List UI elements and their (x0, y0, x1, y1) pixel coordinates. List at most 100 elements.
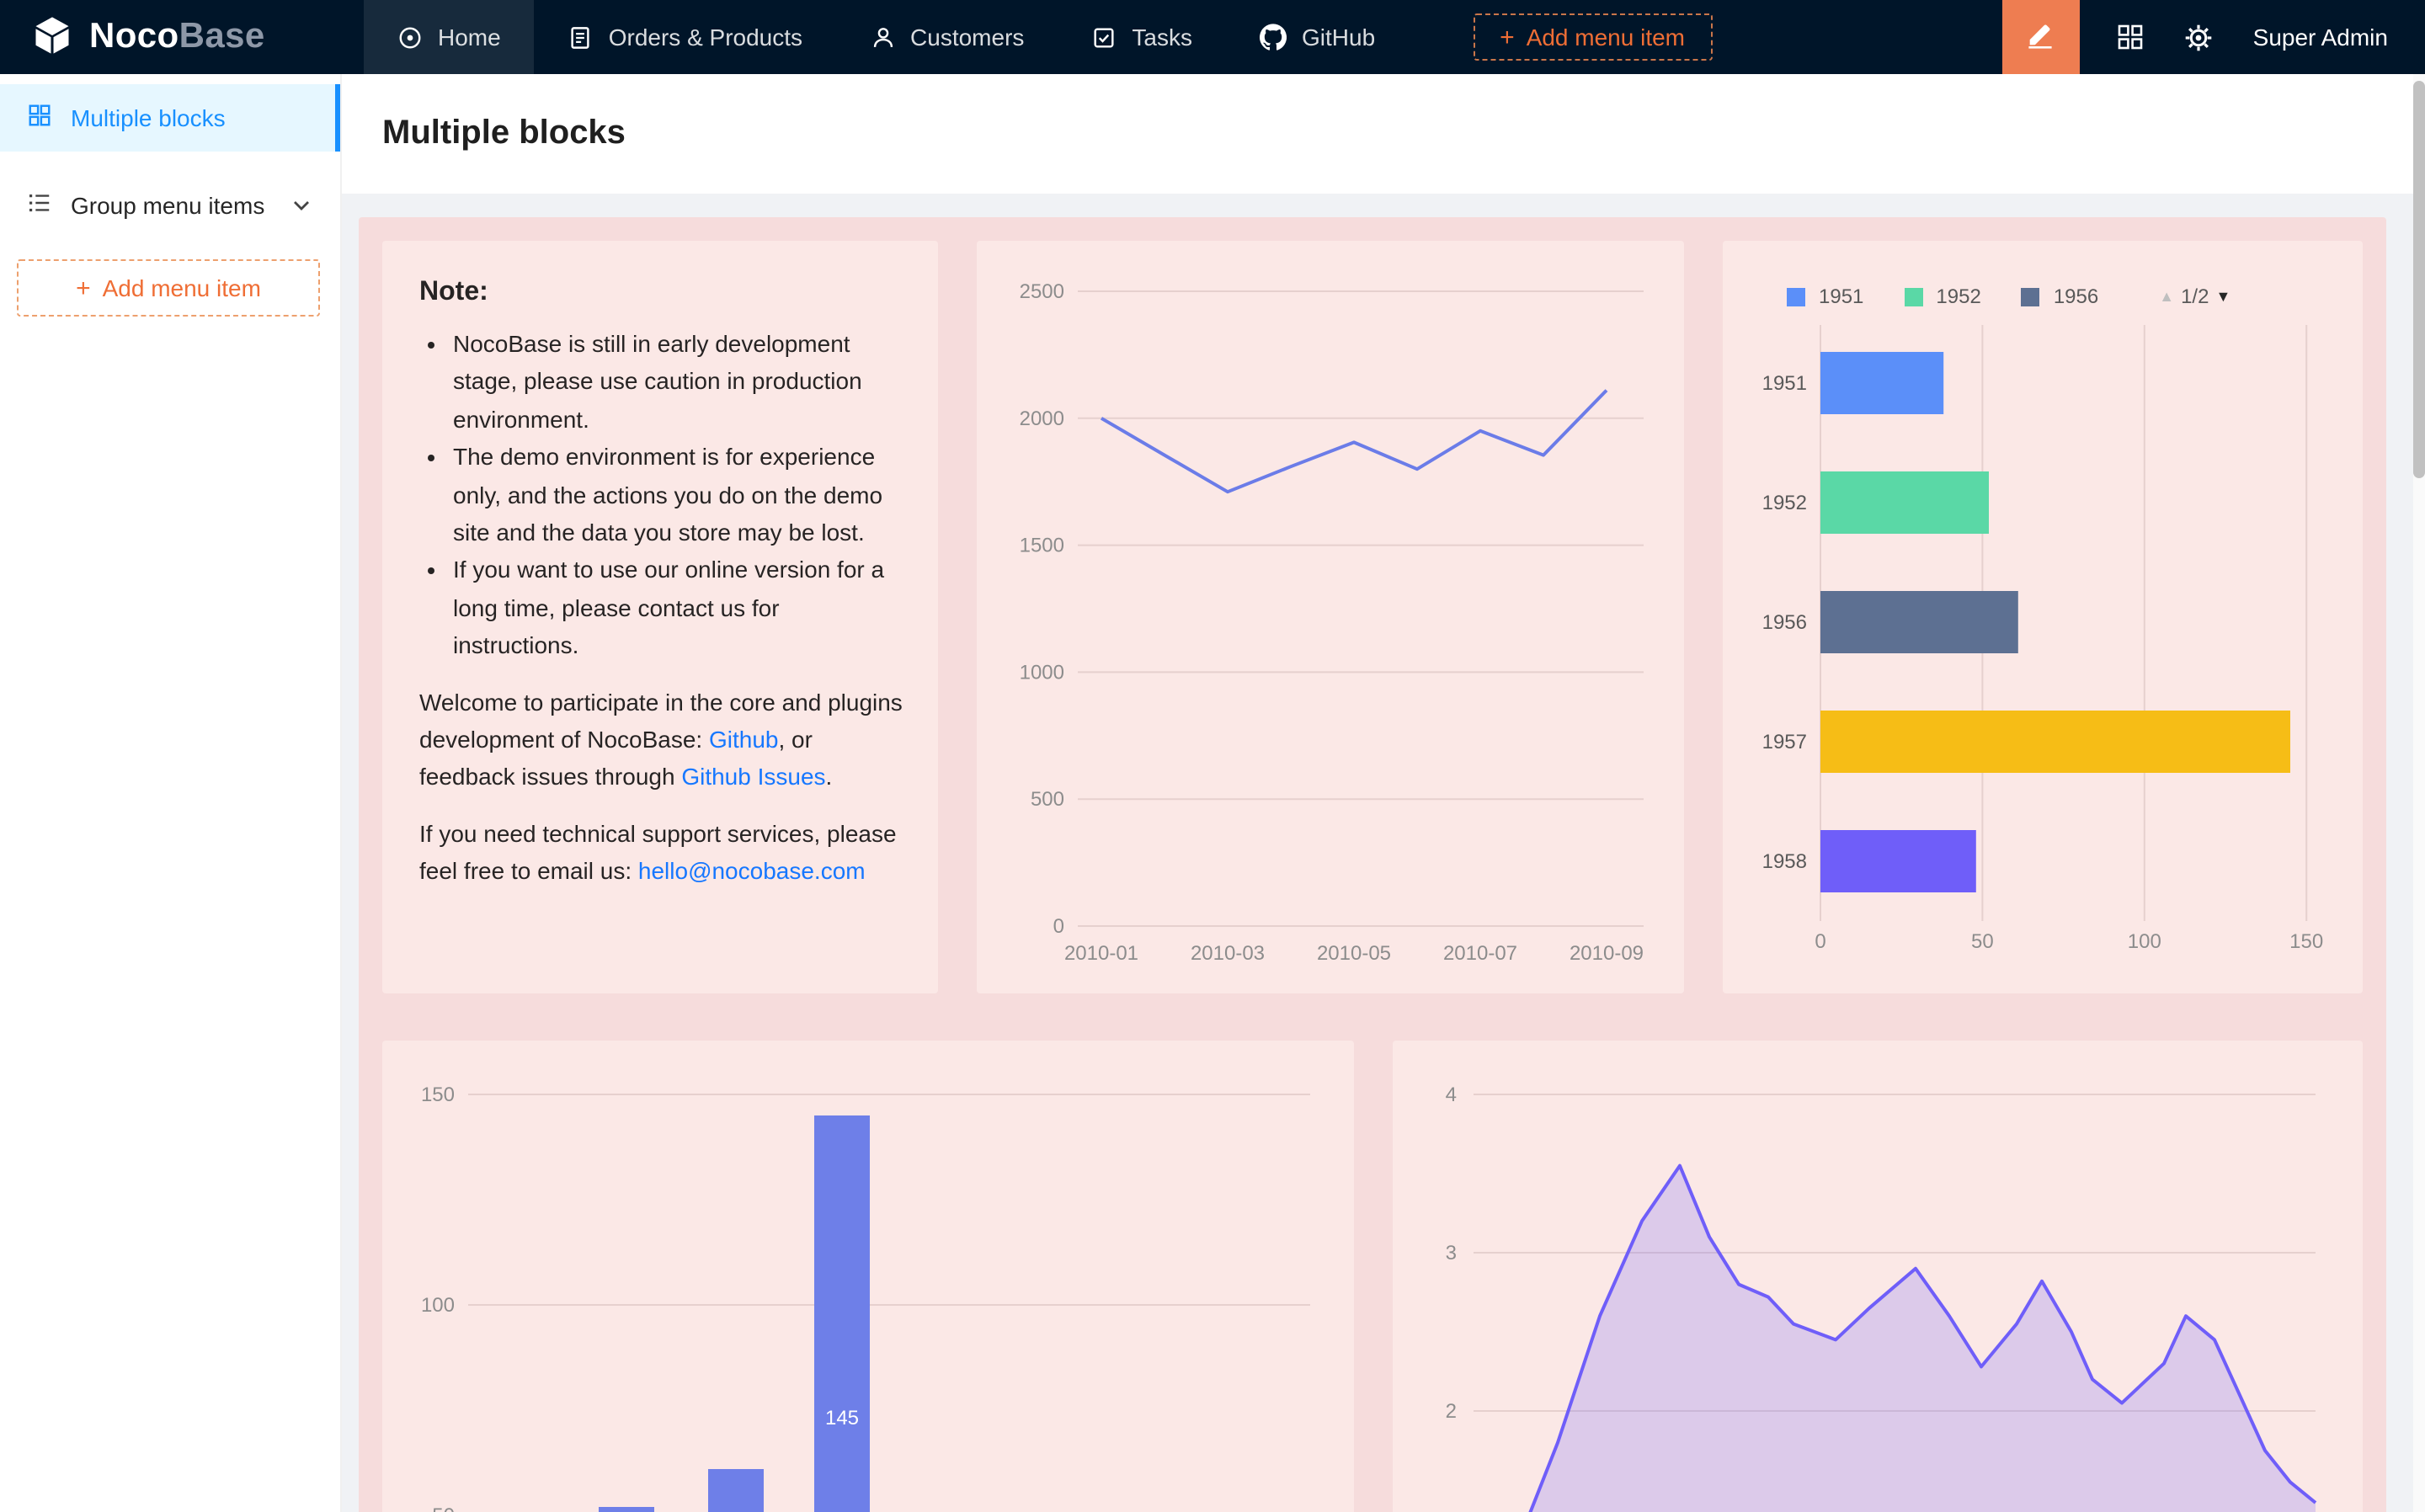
svg-text:50: 50 (432, 1504, 455, 1512)
blocks-row-1: Note: NocoBase is still in early develop… (382, 241, 2363, 993)
page-title: Multiple blocks (382, 114, 626, 153)
legend-label: 1956 (2054, 285, 2098, 308)
nocobase-logo[interactable]: NocoBase (0, 0, 364, 74)
nav-tab-label: Home (438, 24, 501, 51)
svg-text:1951: 1951 (1762, 372, 1807, 395)
svg-text:1000: 1000 (1020, 661, 1064, 684)
sidebar-item-group-menu-items[interactable]: Group menu items (0, 172, 340, 239)
svg-text:1957: 1957 (1762, 731, 1807, 753)
legend-item[interactable]: 1956 (2022, 285, 2098, 308)
svg-text:150: 150 (421, 1083, 455, 1106)
nav-tab-label: Customers (910, 24, 1024, 51)
sidebar-item-label: Multiple blocks (71, 104, 226, 131)
legend-swatch (1904, 287, 1922, 306)
nav-tab-label: GitHub (1302, 24, 1375, 51)
scrollbar-thumb[interactable] (2413, 81, 2425, 478)
plus-icon: + (1500, 24, 1515, 50)
user-menu[interactable]: Super Admin (2253, 24, 2388, 51)
plugins-grid-icon[interactable] (2117, 24, 2144, 51)
nav-tab-customers[interactable]: Customers (836, 0, 1058, 74)
bar-chart-block: 15010050145 (382, 1041, 1353, 1512)
svg-text:100: 100 (421, 1294, 455, 1317)
top-navbar: NocoBase Home Orders & Products Customer… (0, 0, 2425, 74)
note-title: Note: (419, 278, 904, 308)
nav-tab-label: Orders & Products (609, 24, 802, 51)
svg-text:1958: 1958 (1762, 850, 1807, 873)
legend-pager-down-icon[interactable]: ▼ (2215, 288, 2230, 305)
legend-item[interactable]: 1951 (1787, 285, 1863, 308)
email-link[interactable]: hello@nocobase.com (638, 857, 866, 884)
legend-label: 1952 (1936, 285, 1980, 308)
nocobase-cube-icon (30, 13, 74, 61)
area-chart-svg: 2 3 4 (1419, 1067, 2335, 1512)
legend-swatch (1787, 287, 1805, 306)
home-icon (397, 24, 423, 50)
horizontal-bar-chart-block: 195119521956 ▲ 1/2 ▼ 0501001501951195219… (1723, 241, 2363, 993)
nav-tab-github[interactable]: GitHub (1226, 0, 1409, 74)
plus-icon: + (76, 275, 91, 301)
note-bullet-list: NocoBase is still in early development s… (416, 325, 904, 664)
add-menu-item-label: Add menu item (1527, 24, 1685, 51)
svg-text:3: 3 (1445, 1242, 1456, 1264)
svg-text:500: 500 (1031, 788, 1064, 811)
github-issues-link[interactable]: Github Issues (681, 764, 825, 791)
list-icon (27, 190, 52, 221)
blocks-grid-icon (27, 103, 52, 133)
svg-text:2010-09: 2010-09 (1570, 942, 1644, 965)
nav-tab-tasks[interactable]: Tasks (1058, 0, 1226, 74)
line-chart: 050010001500200025002010-012010-032010-0… (1004, 268, 1657, 966)
github-link[interactable]: Github (709, 726, 779, 753)
blocks-container: Note: NocoBase is still in early develop… (359, 217, 2386, 1512)
nocobase-app: NocoBase Home Orders & Products Customer… (0, 0, 2425, 1512)
blocks-row-2: 15010050145 234 (382, 1041, 2363, 1512)
svg-text:0: 0 (1053, 915, 1064, 938)
svg-text:100: 100 (2128, 930, 2161, 953)
hbar-legend-items: 1951 1952 1956 (1787, 285, 2098, 308)
legend-label: 1951 (1819, 285, 1863, 308)
sidebar-item-multiple-blocks[interactable]: Multiple blocks (0, 84, 340, 152)
ui-editor-button[interactable] (2002, 0, 2080, 74)
note-bullet: The demo environment is for experience o… (453, 438, 904, 551)
svg-text:150: 150 (2289, 930, 2323, 953)
tasks-icon (1091, 24, 1117, 50)
svg-text:2010-01: 2010-01 (1064, 942, 1138, 965)
chevron-down-icon (293, 200, 310, 211)
sidebar-item-label: Group menu items (71, 192, 264, 219)
line-chart-svg: 050010001500200025002010-012010-032010-0… (1004, 268, 1657, 966)
svg-text:1500: 1500 (1020, 535, 1064, 557)
customers-icon (870, 24, 895, 50)
note-paragraph-support: If you need technical support services, … (419, 814, 904, 890)
github-icon (1260, 24, 1287, 51)
svg-text:2000: 2000 (1020, 407, 1064, 430)
legend-pager: ▲ 1/2 ▼ (2159, 285, 2230, 308)
scrollbar (2413, 74, 2425, 1512)
note-paragraph-community: Welcome to participate in the core and p… (419, 683, 904, 796)
svg-text:2: 2 (1445, 1400, 1456, 1423)
svg-text:2010-03: 2010-03 (1191, 942, 1265, 965)
note-bullet: If you want to use our online version fo… (453, 551, 904, 664)
legend-pager-text: 1/2 (2181, 285, 2209, 308)
bar-chart-svg: 15010050145 (409, 1067, 1325, 1512)
line-chart-block: 050010001500200025002010-012010-032010-0… (977, 241, 1684, 993)
area-chart: 2 3 4 (1419, 1067, 2336, 1512)
main-menu: Home Orders & Products Customers Tasks (364, 0, 1409, 74)
nav-tab-label: Tasks (1132, 24, 1192, 51)
highlighter-icon (2027, 20, 2055, 54)
settings-gear-icon[interactable] (2184, 23, 2213, 51)
nav-tab-orders-products[interactable]: Orders & Products (535, 0, 836, 74)
svg-text:50: 50 (1971, 930, 1994, 953)
legend-item[interactable]: 1952 (1904, 285, 1980, 308)
svg-text:4: 4 (1445, 1083, 1456, 1106)
sidebar-add-menu-item-button[interactable]: + Add menu item (17, 259, 320, 317)
svg-text:1956: 1956 (1762, 611, 1807, 634)
add-menu-item-label: Add menu item (103, 274, 261, 301)
note-block: Note: NocoBase is still in early develop… (382, 241, 938, 993)
horizontal-bar-chart-svg: 05010015019511952195619571958 (1750, 322, 2336, 961)
svg-text:1952: 1952 (1762, 492, 1807, 514)
area-chart-block: 2 3 4 (1392, 1041, 2363, 1512)
note-text: Welcome to participate in the core and p… (419, 688, 903, 753)
nav-tab-home[interactable]: Home (364, 0, 535, 74)
legend-pager-up-icon[interactable]: ▲ (2159, 288, 2174, 305)
navbar-add-menu-item-button[interactable]: + Add menu item (1473, 13, 1712, 61)
note-bullet: NocoBase is still in early development s… (453, 325, 904, 438)
